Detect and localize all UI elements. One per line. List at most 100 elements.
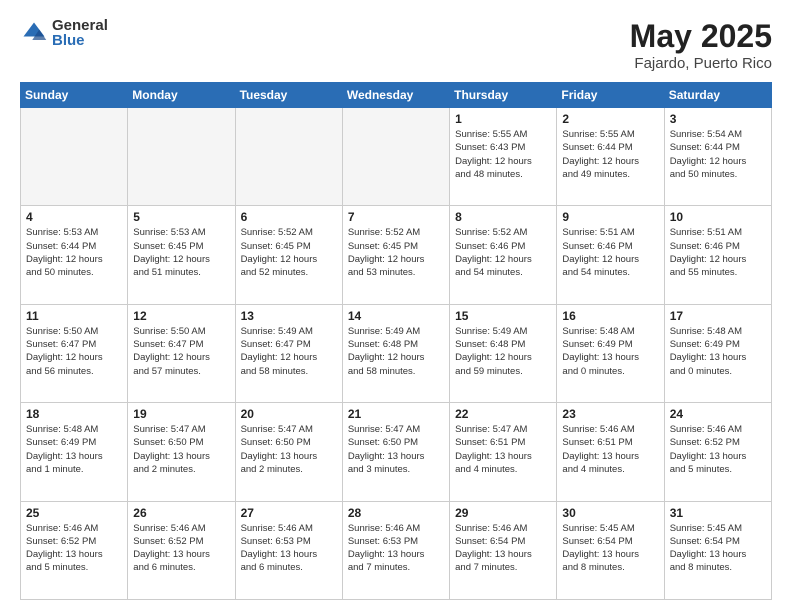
day-detail: Sunrise: 5:52 AM Sunset: 6:46 PM Dayligh…	[455, 226, 551, 279]
title-month: May 2025	[630, 18, 772, 55]
day-number: 29	[455, 506, 551, 520]
day-detail: Sunrise: 5:49 AM Sunset: 6:47 PM Dayligh…	[241, 325, 337, 378]
table-row: 8 Sunrise: 5:52 AM Sunset: 6:46 PM Daylig…	[450, 206, 557, 304]
day-number: 17	[670, 309, 766, 323]
day-number: 26	[133, 506, 229, 520]
table-row	[342, 108, 449, 206]
col-sunday: Sunday	[21, 83, 128, 108]
day-detail: Sunrise: 5:47 AM Sunset: 6:50 PM Dayligh…	[348, 423, 444, 476]
table-row: 24 Sunrise: 5:46 AM Sunset: 6:52 PM Dayli…	[664, 403, 771, 501]
table-row: 20 Sunrise: 5:47 AM Sunset: 6:50 PM Dayli…	[235, 403, 342, 501]
day-number: 24	[670, 407, 766, 421]
day-detail: Sunrise: 5:48 AM Sunset: 6:49 PM Dayligh…	[26, 423, 122, 476]
calendar-table: Sunday Monday Tuesday Wednesday Thursday…	[20, 82, 772, 600]
day-number: 10	[670, 210, 766, 224]
table-row: 16 Sunrise: 5:48 AM Sunset: 6:49 PM Dayli…	[557, 304, 664, 402]
day-number: 20	[241, 407, 337, 421]
day-detail: Sunrise: 5:51 AM Sunset: 6:46 PM Dayligh…	[670, 226, 766, 279]
table-row: 27Sunrise: 5:46 AM Sunset: 6:53 PM Dayli…	[235, 501, 342, 599]
day-number: 3	[670, 112, 766, 126]
table-row: 31Sunrise: 5:45 AM Sunset: 6:54 PM Dayli…	[664, 501, 771, 599]
day-detail: Sunrise: 5:47 AM Sunset: 6:51 PM Dayligh…	[455, 423, 551, 476]
table-row: 4 Sunrise: 5:53 AM Sunset: 6:44 PM Daylig…	[21, 206, 128, 304]
day-detail: Sunrise: 5:46 AM Sunset: 6:52 PM Dayligh…	[670, 423, 766, 476]
table-row: 23Sunrise: 5:46 AM Sunset: 6:51 PM Dayli…	[557, 403, 664, 501]
day-detail: Sunrise: 5:47 AM Sunset: 6:50 PM Dayligh…	[241, 423, 337, 476]
calendar-week-2: 4 Sunrise: 5:53 AM Sunset: 6:44 PM Daylig…	[21, 206, 772, 304]
day-detail: Sunrise: 5:46 AM Sunset: 6:52 PM Dayligh…	[133, 522, 229, 575]
day-number: 21	[348, 407, 444, 421]
table-row: 13Sunrise: 5:49 AM Sunset: 6:47 PM Dayli…	[235, 304, 342, 402]
table-row: 14Sunrise: 5:49 AM Sunset: 6:48 PM Dayli…	[342, 304, 449, 402]
day-number: 22	[455, 407, 551, 421]
table-row: 30Sunrise: 5:45 AM Sunset: 6:54 PM Dayli…	[557, 501, 664, 599]
day-detail: Sunrise: 5:46 AM Sunset: 6:54 PM Dayligh…	[455, 522, 551, 575]
col-saturday: Saturday	[664, 83, 771, 108]
day-number: 7	[348, 210, 444, 224]
day-number: 4	[26, 210, 122, 224]
col-friday: Friday	[557, 83, 664, 108]
day-detail: Sunrise: 5:48 AM Sunset: 6:49 PM Dayligh…	[562, 325, 658, 378]
day-detail: Sunrise: 5:50 AM Sunset: 6:47 PM Dayligh…	[133, 325, 229, 378]
day-number: 16	[562, 309, 658, 323]
table-row: 11 Sunrise: 5:50 AM Sunset: 6:47 PM Dayli…	[21, 304, 128, 402]
col-tuesday: Tuesday	[235, 83, 342, 108]
table-row: 2 Sunrise: 5:55 AM Sunset: 6:44 PM Daylig…	[557, 108, 664, 206]
day-number: 31	[670, 506, 766, 520]
day-detail: Sunrise: 5:51 AM Sunset: 6:46 PM Dayligh…	[562, 226, 658, 279]
day-number: 9	[562, 210, 658, 224]
logo: General Blue	[20, 18, 108, 48]
day-detail: Sunrise: 5:52 AM Sunset: 6:45 PM Dayligh…	[348, 226, 444, 279]
day-number: 19	[133, 407, 229, 421]
day-detail: Sunrise: 5:52 AM Sunset: 6:45 PM Dayligh…	[241, 226, 337, 279]
table-row: 12 Sunrise: 5:50 AM Sunset: 6:47 PM Dayli…	[128, 304, 235, 402]
day-detail: Sunrise: 5:46 AM Sunset: 6:53 PM Dayligh…	[241, 522, 337, 575]
header: General Blue May 2025 Fajardo, Puerto Ri…	[20, 18, 772, 72]
logo-blue-text: Blue	[52, 33, 108, 48]
table-row	[128, 108, 235, 206]
day-number: 5	[133, 210, 229, 224]
day-detail: Sunrise: 5:55 AM Sunset: 6:44 PM Dayligh…	[562, 128, 658, 181]
table-row: 28 Sunrise: 5:46 AM Sunset: 6:53 PM Dayli…	[342, 501, 449, 599]
day-detail: Sunrise: 5:46 AM Sunset: 6:52 PM Dayligh…	[26, 522, 122, 575]
calendar-week-3: 11 Sunrise: 5:50 AM Sunset: 6:47 PM Dayli…	[21, 304, 772, 402]
table-row: 21 Sunrise: 5:47 AM Sunset: 6:50 PM Dayli…	[342, 403, 449, 501]
day-number: 8	[455, 210, 551, 224]
day-number: 6	[241, 210, 337, 224]
table-row	[21, 108, 128, 206]
table-row: 25Sunrise: 5:46 AM Sunset: 6:52 PM Dayli…	[21, 501, 128, 599]
day-number: 2	[562, 112, 658, 126]
day-detail: Sunrise: 5:50 AM Sunset: 6:47 PM Dayligh…	[26, 325, 122, 378]
table-row: 17 Sunrise: 5:48 AM Sunset: 6:49 PM Dayli…	[664, 304, 771, 402]
title-block: May 2025 Fajardo, Puerto Rico	[630, 18, 772, 72]
day-detail: Sunrise: 5:54 AM Sunset: 6:44 PM Dayligh…	[670, 128, 766, 181]
table-row: 10 Sunrise: 5:51 AM Sunset: 6:46 PM Dayli…	[664, 206, 771, 304]
day-number: 28	[348, 506, 444, 520]
title-location: Fajardo, Puerto Rico	[630, 55, 772, 72]
day-number: 15	[455, 309, 551, 323]
calendar-week-5: 25Sunrise: 5:46 AM Sunset: 6:52 PM Dayli…	[21, 501, 772, 599]
day-detail: Sunrise: 5:45 AM Sunset: 6:54 PM Dayligh…	[562, 522, 658, 575]
day-detail: Sunrise: 5:49 AM Sunset: 6:48 PM Dayligh…	[348, 325, 444, 378]
day-detail: Sunrise: 5:48 AM Sunset: 6:49 PM Dayligh…	[670, 325, 766, 378]
day-detail: Sunrise: 5:46 AM Sunset: 6:51 PM Dayligh…	[562, 423, 658, 476]
calendar-week-1: 1Sunrise: 5:55 AM Sunset: 6:43 PM Daylig…	[21, 108, 772, 206]
table-row	[235, 108, 342, 206]
day-detail: Sunrise: 5:49 AM Sunset: 6:48 PM Dayligh…	[455, 325, 551, 378]
table-row: 18Sunrise: 5:48 AM Sunset: 6:49 PM Dayli…	[21, 403, 128, 501]
table-row: 6 Sunrise: 5:52 AM Sunset: 6:45 PM Daylig…	[235, 206, 342, 304]
table-row: 3 Sunrise: 5:54 AM Sunset: 6:44 PM Daylig…	[664, 108, 771, 206]
table-row: 19Sunrise: 5:47 AM Sunset: 6:50 PM Dayli…	[128, 403, 235, 501]
logo-icon	[20, 19, 48, 47]
col-monday: Monday	[128, 83, 235, 108]
day-number: 11	[26, 309, 122, 323]
day-detail: Sunrise: 5:46 AM Sunset: 6:53 PM Dayligh…	[348, 522, 444, 575]
calendar-week-4: 18Sunrise: 5:48 AM Sunset: 6:49 PM Dayli…	[21, 403, 772, 501]
table-row: 29 Sunrise: 5:46 AM Sunset: 6:54 PM Dayli…	[450, 501, 557, 599]
day-detail: Sunrise: 5:53 AM Sunset: 6:45 PM Dayligh…	[133, 226, 229, 279]
table-row: 9 Sunrise: 5:51 AM Sunset: 6:46 PM Daylig…	[557, 206, 664, 304]
table-row: 1Sunrise: 5:55 AM Sunset: 6:43 PM Daylig…	[450, 108, 557, 206]
col-wednesday: Wednesday	[342, 83, 449, 108]
day-detail: Sunrise: 5:53 AM Sunset: 6:44 PM Dayligh…	[26, 226, 122, 279]
day-number: 12	[133, 309, 229, 323]
